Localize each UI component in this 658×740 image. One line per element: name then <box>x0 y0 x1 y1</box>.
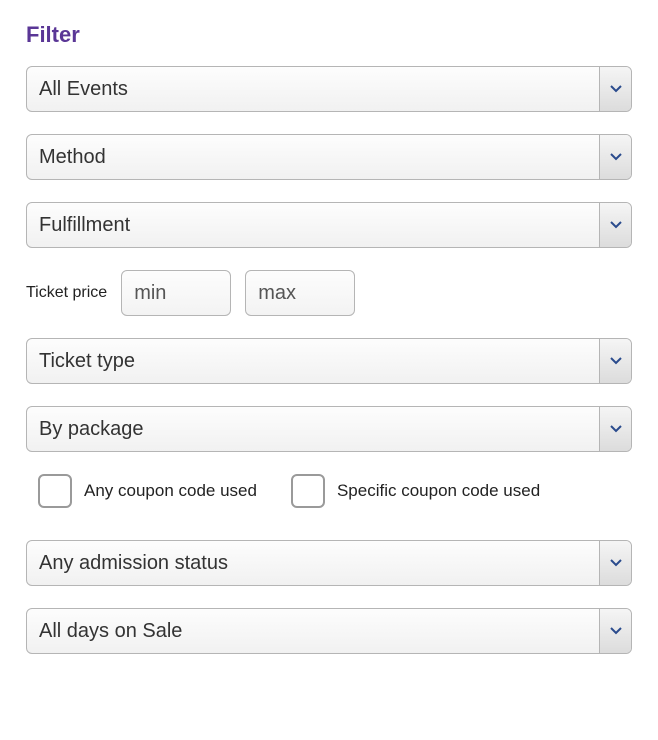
chevron-down-icon <box>599 135 631 179</box>
chevron-down-icon <box>599 67 631 111</box>
ticket-type-dropdown[interactable]: Ticket type <box>26 338 632 384</box>
events-dropdown-label: All Events <box>27 67 599 111</box>
ticket-type-dropdown-label: Ticket type <box>27 339 599 383</box>
any-coupon-label: Any coupon code used <box>84 481 257 501</box>
package-dropdown-label: By package <box>27 407 599 451</box>
admission-status-dropdown-label: Any admission status <box>27 541 599 585</box>
admission-status-dropdown[interactable]: Any admission status <box>26 540 632 586</box>
method-dropdown-label: Method <box>27 135 599 179</box>
filter-heading: Filter <box>26 22 632 48</box>
chevron-down-icon <box>599 609 631 653</box>
days-on-sale-dropdown-label: All days on Sale <box>27 609 599 653</box>
fulfillment-dropdown[interactable]: Fulfillment <box>26 202 632 248</box>
events-dropdown[interactable]: All Events <box>26 66 632 112</box>
package-dropdown[interactable]: By package <box>26 406 632 452</box>
price-max-input[interactable] <box>245 270 355 316</box>
ticket-price-label: Ticket price <box>26 284 107 302</box>
price-min-input[interactable] <box>121 270 231 316</box>
specific-coupon-label: Specific coupon code used <box>337 481 540 501</box>
any-coupon-checkbox[interactable] <box>38 474 72 508</box>
fulfillment-dropdown-label: Fulfillment <box>27 203 599 247</box>
specific-coupon-checkbox[interactable] <box>291 474 325 508</box>
chevron-down-icon <box>599 407 631 451</box>
chevron-down-icon <box>599 203 631 247</box>
days-on-sale-dropdown[interactable]: All days on Sale <box>26 608 632 654</box>
chevron-down-icon <box>599 541 631 585</box>
chevron-down-icon <box>599 339 631 383</box>
method-dropdown[interactable]: Method <box>26 134 632 180</box>
